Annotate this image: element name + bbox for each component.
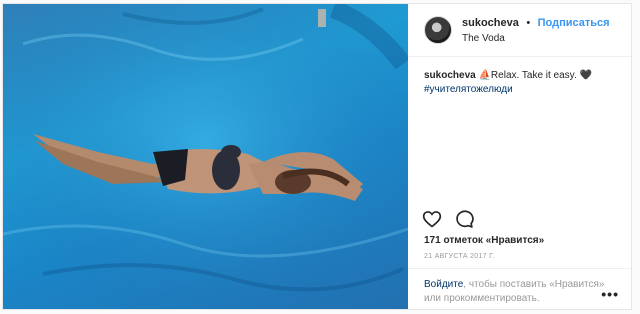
avatar[interactable] <box>424 16 452 44</box>
caption-username[interactable]: sukocheva <box>424 70 476 81</box>
caption-text: ⛵Relax. Take it easy. 🖤 <box>478 70 592 81</box>
login-prompt-text-2: или прокомментировать. <box>424 293 540 304</box>
heart-outline-icon <box>422 211 442 228</box>
username-link[interactable]: sukocheva <box>462 17 519 29</box>
header-text: sukocheva • Подписаться The Voda <box>462 14 610 46</box>
post-date[interactable]: 21 августа 2017 г. <box>424 253 495 260</box>
like-button[interactable] <box>422 209 442 229</box>
follow-button[interactable]: Подписаться <box>538 17 610 29</box>
login-prompt-text: , чтобы поставить «Нравится» <box>463 279 605 290</box>
photo-swimmer-image <box>3 4 408 309</box>
login-prompt: Войдите, чтобы поставить «Нравится» или … <box>408 268 631 309</box>
post-sidebar: sukocheva • Подписаться The Voda sukoche… <box>408 4 631 309</box>
login-link[interactable]: Войдите <box>424 279 463 290</box>
action-bar <box>422 209 474 229</box>
comment-bubble-icon <box>456 210 474 228</box>
separator-dot: • <box>526 17 531 29</box>
hashtag-link[interactable]: #учителятожелюди <box>424 83 615 97</box>
more-options-icon[interactable]: ••• <box>601 287 619 301</box>
post-caption: sukocheva ⛵Relax. Take it easy. 🖤 #учите… <box>408 57 631 97</box>
location-link[interactable]: The Voda <box>462 31 610 46</box>
comment-button[interactable] <box>454 209 474 229</box>
instagram-post: sukocheva • Подписаться The Voda sukoche… <box>2 3 632 310</box>
likes-count[interactable]: 171 отметок «Нравится» <box>424 235 544 246</box>
post-photo[interactable] <box>3 4 408 309</box>
post-header: sukocheva • Подписаться The Voda <box>408 4 631 57</box>
